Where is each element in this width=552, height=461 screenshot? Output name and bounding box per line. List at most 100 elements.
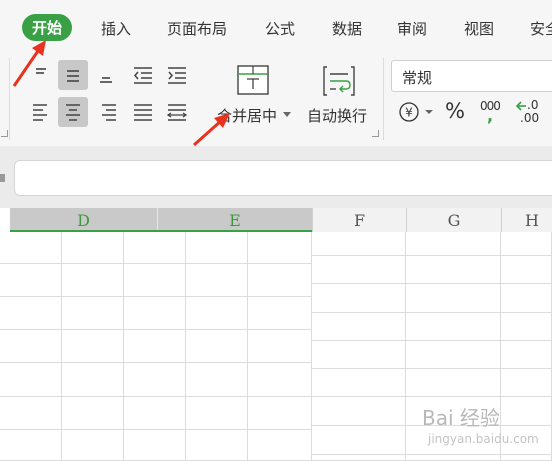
grid-cell[interactable] — [124, 330, 186, 363]
grid-cell[interactable] — [501, 369, 552, 397]
wrap-text-label: 自动换行 — [307, 107, 368, 125]
grid-cell[interactable] — [312, 426, 406, 455]
grid-cell[interactable] — [406, 341, 501, 369]
grid-cell[interactable] — [501, 232, 552, 256]
font-dialog-launcher[interactable] — [1, 130, 8, 137]
grid-cell[interactable] — [186, 430, 248, 461]
grid-cell[interactable] — [312, 232, 406, 256]
grid-cell[interactable] — [0, 264, 62, 297]
grid-cell[interactable] — [124, 297, 186, 330]
grid-cell[interactable] — [0, 297, 62, 330]
grid-cell[interactable] — [186, 297, 248, 330]
grid-cell[interactable] — [501, 455, 552, 461]
grid-cell[interactable] — [312, 397, 406, 426]
grid-cell[interactable] — [248, 430, 312, 461]
column-header-e[interactable]: E — [158, 208, 312, 232]
grid-cell[interactable] — [406, 369, 501, 397]
wrap-text-icon — [323, 66, 355, 96]
tab-security[interactable]: 安全 — [530, 18, 552, 39]
header-divider — [157, 208, 158, 232]
grid-cell[interactable] — [406, 256, 501, 284]
align-left-icon — [33, 104, 47, 121]
number-format-select[interactable]: 常规 — [391, 60, 552, 92]
grid-cell[interactable] — [0, 397, 62, 430]
distribute-button[interactable] — [162, 97, 192, 127]
grid-cell[interactable] — [312, 256, 406, 284]
tab-view[interactable]: 视图 — [464, 18, 494, 39]
grid-cell[interactable] — [312, 313, 406, 341]
grid-cell[interactable] — [186, 264, 248, 297]
align-left-button[interactable] — [27, 97, 57, 127]
grid-cell[interactable] — [406, 232, 501, 256]
column-header-f[interactable]: F — [312, 208, 406, 232]
tab-insert[interactable]: 插入 — [101, 18, 131, 39]
decrease-indent-button[interactable] — [128, 60, 158, 90]
grid-cell[interactable] — [186, 397, 248, 430]
thousands-separator-button[interactable]: 000 , — [478, 99, 504, 127]
grid-cell[interactable] — [124, 264, 186, 297]
grid-cell[interactable] — [124, 232, 186, 264]
tab-data[interactable]: 数据 — [332, 18, 362, 39]
arrow-left-icon — [516, 101, 526, 111]
annotation-arrow — [12, 40, 46, 87]
grid-cell[interactable] — [62, 330, 124, 363]
currency-format-button[interactable]: ¥ — [398, 100, 436, 129]
grid-cell[interactable] — [248, 397, 312, 430]
grid-cell[interactable] — [0, 330, 62, 363]
tab-review[interactable]: 审阅 — [397, 18, 427, 39]
grid-cell[interactable] — [62, 430, 124, 461]
column-header-g[interactable]: G — [406, 208, 501, 232]
wrap-text-button[interactable]: 自动换行 — [303, 60, 378, 132]
justify-button[interactable] — [128, 97, 158, 127]
grid-cell[interactable] — [0, 430, 62, 461]
grid-cell[interactable] — [312, 455, 406, 461]
grid-cell[interactable] — [62, 232, 124, 264]
percent-format-button[interactable]: % — [445, 99, 465, 123]
alignment-dialog-launcher[interactable] — [372, 130, 379, 137]
grid-cell[interactable] — [248, 264, 312, 297]
grid-cell[interactable] — [248, 363, 312, 397]
grid-cell[interactable] — [124, 397, 186, 430]
tab-page-layout[interactable]: 页面布局 — [167, 18, 227, 39]
grid-cell[interactable] — [248, 232, 312, 264]
grid-cell[interactable] — [0, 363, 62, 397]
align-center-button[interactable] — [58, 97, 88, 127]
increase-indent-button[interactable] — [162, 60, 192, 90]
align-right-button[interactable] — [92, 97, 122, 127]
grid-cell[interactable] — [248, 297, 312, 330]
grid-cell[interactable] — [501, 256, 552, 284]
increase-decimal-button[interactable]: .0 .00 — [516, 98, 552, 128]
align-bottom-button[interactable] — [92, 60, 122, 90]
number-format-value: 常规 — [402, 69, 433, 87]
inc-decimal-top-text: .0 — [527, 98, 539, 112]
grid-cell[interactable] — [406, 284, 501, 313]
grid-cell[interactable] — [406, 455, 501, 461]
watermark-text: Bai 经验 — [422, 406, 500, 430]
tab-formulas[interactable]: 公式 — [265, 18, 295, 39]
grid-cell[interactable] — [501, 284, 552, 313]
grid-cell[interactable] — [124, 430, 186, 461]
column-header-h[interactable]: H — [501, 208, 552, 232]
grid-cell[interactable] — [186, 232, 248, 264]
ribbon-tabs: 开始 插入 页面布局 公式 数据 审阅 视图 安全 — [0, 14, 552, 48]
grid-cell[interactable] — [186, 363, 248, 397]
merge-cells-icon — [237, 65, 269, 95]
grid-cell[interactable] — [186, 330, 248, 363]
grid-cell[interactable] — [124, 363, 186, 397]
grid-cell[interactable] — [62, 363, 124, 397]
grid-cell[interactable] — [312, 341, 406, 369]
grid-cell[interactable] — [62, 397, 124, 430]
grid-cell[interactable] — [312, 369, 406, 397]
grid-cell[interactable] — [0, 232, 62, 264]
grid-cell[interactable] — [501, 313, 552, 341]
grid-cell[interactable] — [62, 264, 124, 297]
formula-input[interactable] — [14, 160, 552, 196]
grid-cell[interactable] — [62, 297, 124, 330]
grid-cell[interactable] — [406, 313, 501, 341]
column-header-d[interactable]: D — [10, 208, 157, 232]
grid-cell[interactable] — [501, 341, 552, 369]
grid-cell[interactable] — [312, 284, 406, 313]
decrease-indent-icon — [134, 67, 152, 84]
grid-cell[interactable] — [248, 330, 312, 363]
align-middle-button[interactable] — [58, 60, 88, 90]
